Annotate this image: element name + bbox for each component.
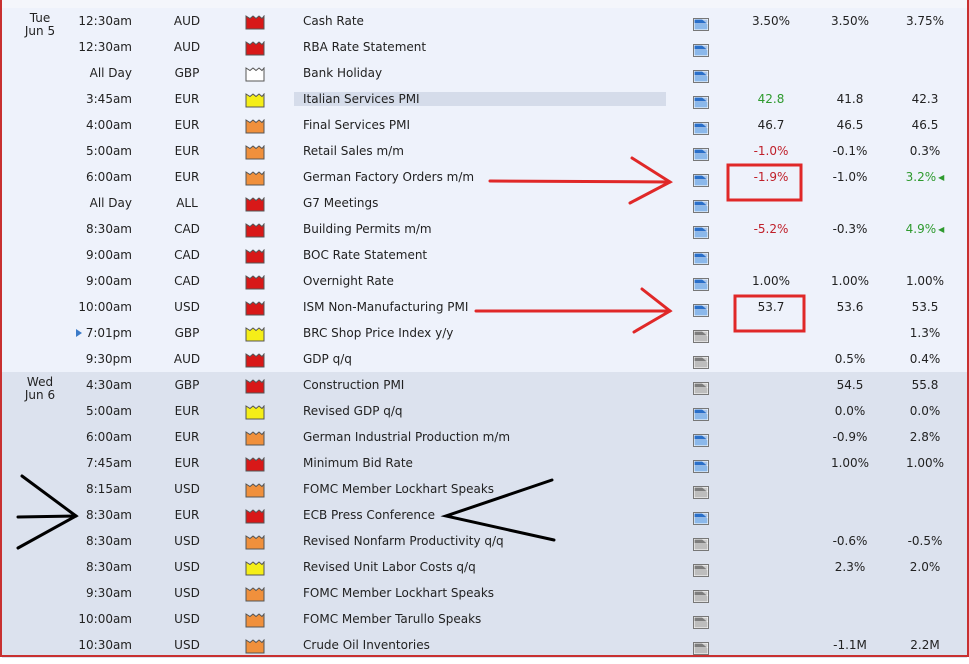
annotation-layer bbox=[16, 156, 806, 550]
annotation-arrow-ecb-event bbox=[440, 478, 556, 542]
economic-calendar: Tue Jun 5 12:30am AUD Cash Rate 3.50% 3.50% 3.7… bbox=[0, 0, 969, 658]
annotation-box-german-factory-orders bbox=[726, 163, 803, 202]
window-frame-left bbox=[0, 0, 2, 657]
annotation-arrow-ecb-time bbox=[16, 474, 79, 550]
annotation-box-ism-pmi bbox=[733, 294, 806, 333]
annotation-arrow-ism-pmi bbox=[474, 287, 673, 334]
annotation-arrow-german-factory-orders bbox=[488, 156, 673, 205]
